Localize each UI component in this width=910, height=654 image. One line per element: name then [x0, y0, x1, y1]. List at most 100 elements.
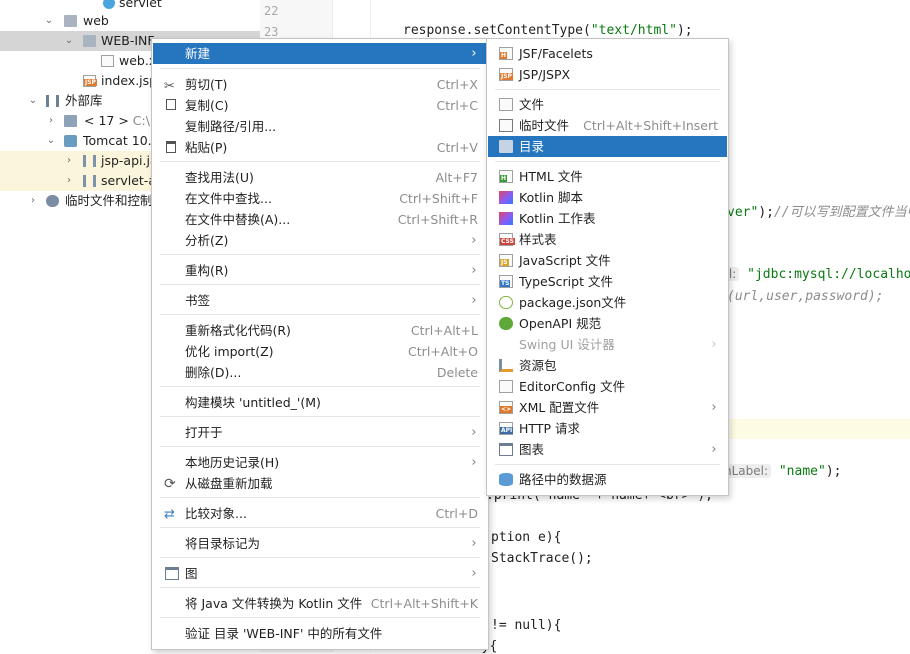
editorconfig-icon: [499, 380, 513, 393]
chevron-down-icon[interactable]: ⌄: [28, 91, 38, 111]
diagram-icon: [499, 443, 513, 456]
menu-item-analyze[interactable]: 分析(Z) ›: [153, 230, 487, 251]
line-number: 23: [264, 25, 279, 39]
menu-item-copy-path[interactable]: 复制路径/引用...: [153, 116, 487, 137]
paste-icon: [166, 141, 176, 153]
chevron-right-icon: ›: [471, 425, 477, 440]
submenu-item-openapi-spec[interactable]: OpenAPI 规范: [488, 313, 727, 334]
submenu-item-editorconfig[interactable]: EditorConfig 文件: [488, 376, 727, 397]
folder-icon: [83, 35, 96, 47]
npm-icon: [499, 296, 513, 309]
kotlin-icon: [499, 191, 513, 204]
menu-item-new[interactable]: 新建 ›: [153, 43, 487, 64]
submenu-item-typescript-file[interactable]: TS TypeScript 文件: [488, 271, 727, 292]
submenu-item-file[interactable]: 文件: [488, 94, 727, 115]
code-line: nLabel: "name");: [721, 464, 841, 479]
html-file-icon: H: [499, 170, 513, 183]
menu-item-refactor[interactable]: 重构(R) ›: [153, 260, 487, 281]
code-line: StackTrace();: [491, 551, 593, 566]
chevron-right-icon: ›: [471, 233, 477, 248]
menu-item-find-usages[interactable]: 查找用法(U) Alt+F7: [153, 167, 487, 188]
menu-item-reload-from-disk[interactable]: ⟳ 从磁盘重新加载: [153, 473, 487, 494]
chevron-down-icon[interactable]: ⌄: [64, 31, 74, 51]
ts-file-icon: TS: [499, 275, 513, 288]
diagram-icon: [165, 567, 179, 580]
jdk-folder-icon: [64, 115, 77, 127]
menu-item-paste[interactable]: 粘贴(P) Ctrl+V: [153, 137, 487, 158]
jsp-file-icon: JSP: [83, 75, 97, 87]
submenu-item-http-request[interactable]: API HTTP 请求: [488, 418, 727, 439]
menu-item-diagram[interactable]: 图 ›: [153, 563, 487, 584]
submenu-item-jsf-facelets[interactable]: H JSF/Facelets: [488, 43, 727, 64]
menu-item-optimize-imports[interactable]: 优化 import(Z) Ctrl+Alt+O: [153, 341, 487, 362]
chevron-right-icon: ›: [711, 337, 717, 352]
file-icon: [499, 98, 513, 111]
database-icon: [499, 473, 513, 486]
menu-item-copy[interactable]: 复制(C) Ctrl+C: [153, 95, 487, 116]
submenu-item-xml-config[interactable]: <> XML 配置文件 ›: [488, 397, 727, 418]
chevron-right-icon: ›: [471, 455, 477, 470]
code-line: response.setContentType("text/html");: [403, 23, 693, 38]
chevron-right-icon: ›: [711, 442, 717, 457]
submenu-item-kotlin-worksheet[interactable]: Kotlin 工作表: [488, 208, 727, 229]
menu-item-local-history[interactable]: 本地历史记录(H) ›: [153, 452, 487, 473]
chevron-right-icon: ›: [471, 536, 477, 551]
jar-icon: [83, 175, 96, 187]
code-line: ption e){: [491, 530, 562, 545]
submenu-item-jsp-jspx[interactable]: JSP JSP/JSPX: [488, 64, 727, 85]
library-icon: [46, 95, 59, 107]
submenu-item-package-json[interactable]: package.json文件: [488, 292, 727, 313]
chevron-right-icon[interactable]: ›: [64, 151, 74, 171]
chevron-right-icon: ›: [471, 263, 477, 278]
submenu-item-stylesheet[interactable]: CSS 样式表: [488, 229, 727, 250]
menu-item-convert-java-to-kotlin[interactable]: 将 Java 文件转换为 Kotlin 文件 Ctrl+Alt+Shift+K: [153, 593, 487, 614]
menu-item-replace-in-files[interactable]: 在文件中替换(A)... Ctrl+Shift+R: [153, 209, 487, 230]
chevron-right-icon: ›: [711, 400, 717, 415]
submenu-item-data-source-in-path[interactable]: 路径中的数据源: [488, 469, 727, 490]
submenu-item-javascript-file[interactable]: JS JavaScript 文件: [488, 250, 727, 271]
menu-item-validate-files[interactable]: 验证 目录 'WEB-INF' 中的所有文件: [153, 623, 487, 644]
xml-file-icon: [101, 55, 114, 67]
code-line: ver");//可以写到配置文件当中: [727, 205, 910, 220]
submenu-item-html-file[interactable]: H HTML 文件: [488, 166, 727, 187]
chevron-right-icon[interactable]: ›: [64, 171, 74, 191]
compare-icon: ⇄: [164, 507, 175, 522]
submenu-item-swing-ui-designer[interactable]: Swing UI 设计器 ›: [488, 334, 727, 355]
openapi-icon: [499, 317, 513, 330]
menu-item-open-in[interactable]: 打开于 ›: [153, 422, 487, 443]
chevron-right-icon[interactable]: ›: [46, 111, 56, 131]
tree-row-web[interactable]: ⌄ web: [0, 11, 260, 31]
chevron-down-icon[interactable]: ⌄: [44, 11, 54, 31]
menu-item-find-in-files[interactable]: 在文件中查找... Ctrl+Shift+F: [153, 188, 487, 209]
tomcat-icon: [64, 135, 77, 147]
submenu-item-kotlin-script[interactable]: Kotlin 脚本: [488, 187, 727, 208]
menu-item-delete[interactable]: 删除(D)... Delete: [153, 362, 487, 383]
submenu-item-diagram[interactable]: 图表 ›: [488, 439, 727, 460]
menu-item-reformat-code[interactable]: 重新格式化代码(R) Ctrl+Alt+L: [153, 320, 487, 341]
folder-icon: [64, 15, 77, 27]
js-file-icon: JS: [499, 254, 513, 267]
submenu-item-scratch-file[interactable]: 临时文件 Ctrl+Alt+Shift+Insert: [488, 115, 727, 136]
menu-item-compare-with[interactable]: ⇄ 比较对象... Ctrl+D: [153, 503, 487, 524]
html-file-icon: H: [499, 47, 513, 60]
copy-icon: [166, 99, 176, 110]
menu-item-cut[interactable]: ✂ 剪切(T) Ctrl+X: [153, 74, 487, 95]
menu-item-mark-directory-as[interactable]: 将目录标记为 ›: [153, 533, 487, 554]
menu-item-bookmarks[interactable]: 书签 ›: [153, 290, 487, 311]
new-submenu: H JSF/Facelets JSP JSP/JSPX 文件 临时文件 Ctrl…: [486, 38, 729, 496]
code-line: rl: "jdbc:mysql://localho: [721, 267, 910, 282]
scratch-file-icon: [499, 119, 513, 132]
reload-icon: ⟳: [164, 476, 176, 492]
chevron-down-icon[interactable]: ⌄: [46, 131, 56, 151]
css-file-icon: CSS: [499, 233, 515, 246]
chevron-right-icon: ›: [471, 46, 477, 61]
menu-item-build-module[interactable]: 构建模块 'untitled_'(M): [153, 392, 487, 413]
jsp-file-icon: JSP: [499, 68, 513, 81]
scissors-icon: ✂: [164, 79, 175, 94]
http-request-icon: API: [499, 422, 514, 435]
submenu-item-resource-bundle[interactable]: 资源包: [488, 355, 727, 376]
resource-bundle-icon: [499, 359, 513, 372]
chevron-right-icon[interactable]: ›: [28, 191, 38, 211]
code-line: != null){: [491, 618, 562, 633]
submenu-item-directory[interactable]: 目录: [488, 136, 727, 157]
